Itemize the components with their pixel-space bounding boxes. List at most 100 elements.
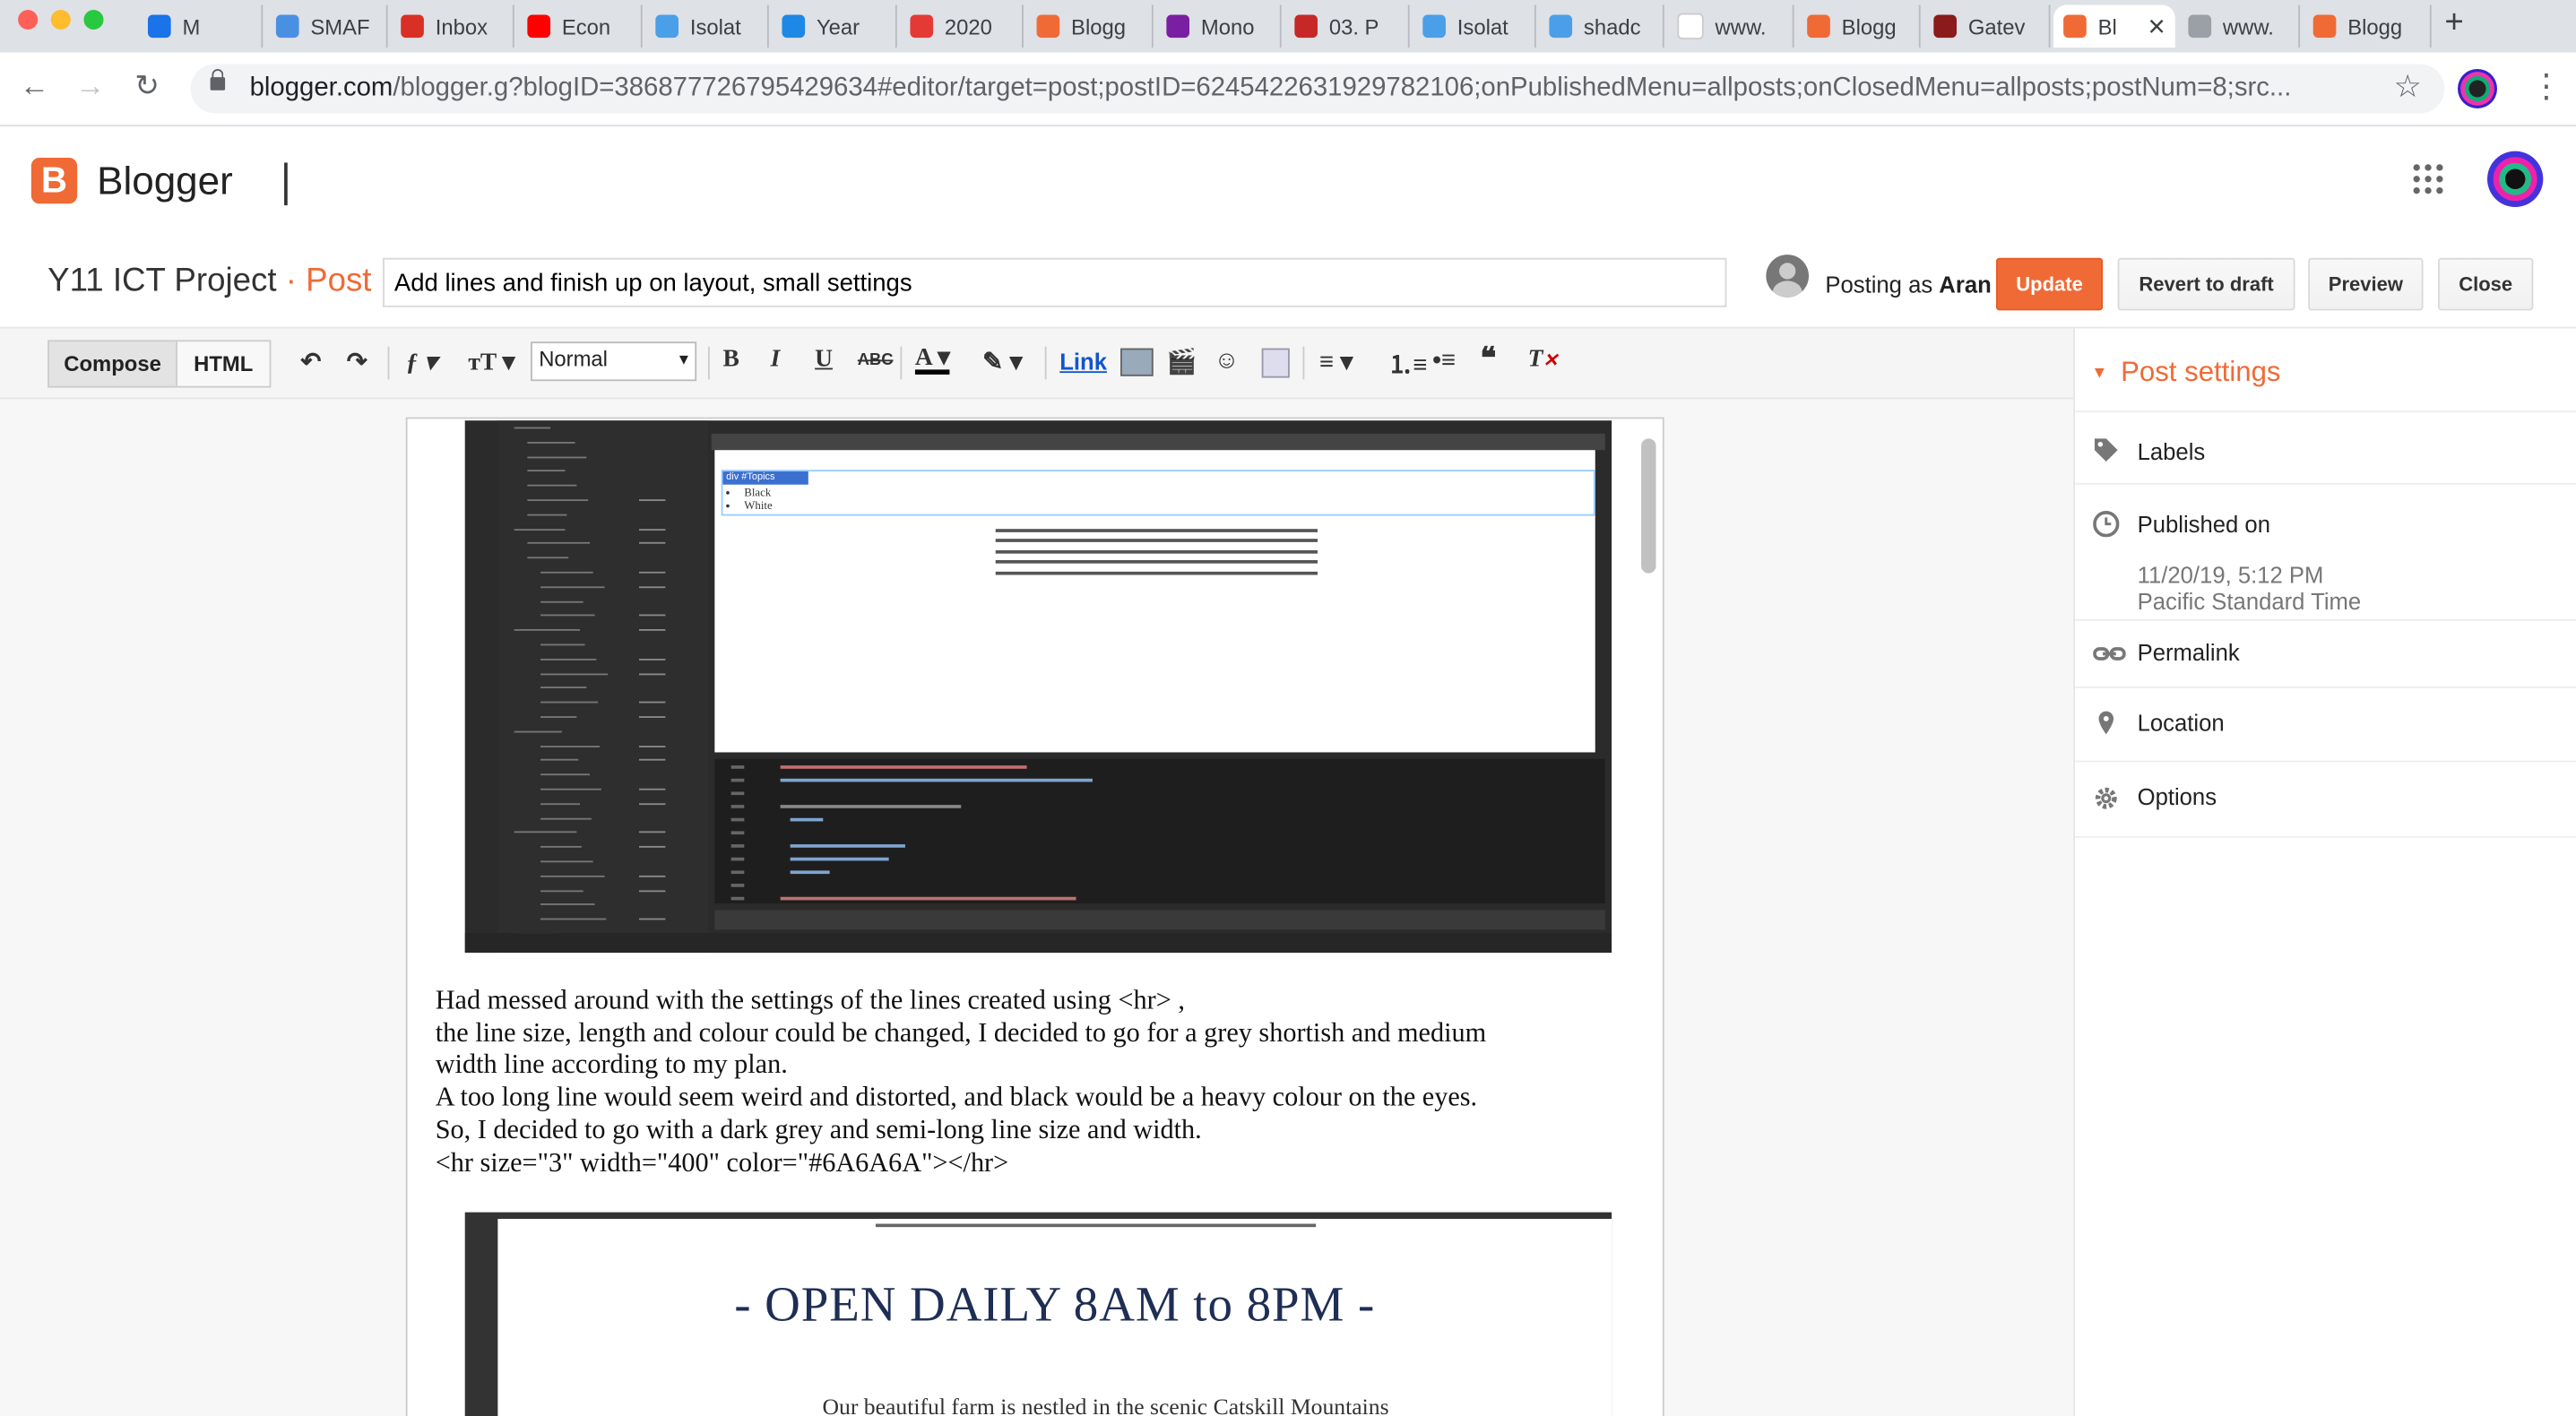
youtube-icon: [527, 14, 551, 39]
strikethrough-icon[interactable]: ABC: [858, 351, 894, 369]
file-size: [638, 745, 666, 747]
url-host: blogger.com: [249, 73, 393, 102]
browser-tab-label: www.: [2222, 13, 2274, 39]
redo-icon[interactable]: ↷: [347, 347, 367, 376]
browser-tab[interactable]: Blogg: [1797, 4, 1921, 48]
paragraph-line: So, I decided to go with a dark grey and…: [435, 1113, 1202, 1145]
code-line-number: [730, 884, 745, 887]
numbered-list-icon[interactable]: ⒈≡: [1388, 347, 1428, 381]
code-line: [780, 896, 1076, 901]
code-line-number: [730, 896, 745, 901]
bulleted-list-icon[interactable]: •≡: [1432, 347, 1456, 375]
topics-list: Black White: [724, 487, 772, 513]
hr-line: [995, 571, 1318, 575]
zoom-window-button[interactable]: [83, 9, 104, 30]
browser-menu-icon[interactable]: ⋮: [2530, 65, 2563, 107]
browser-tab[interactable]: shadc: [1539, 4, 1664, 48]
browser-tab[interactable]: Isolat: [1413, 4, 1536, 48]
link-button[interactable]: Link: [1059, 349, 1107, 375]
browser-tab[interactable]: Inbox: [391, 4, 514, 48]
code-line: [780, 805, 962, 808]
compose-mode-button[interactable]: Compose: [48, 340, 177, 388]
apps-grid-icon[interactable]: [2413, 164, 2443, 194]
browser-tab[interactable]: Mono: [1156, 4, 1282, 48]
browser-tab[interactable]: www.: [2178, 4, 2301, 48]
embedded-screenshot-code-editor[interactable]: div #Topics Black White: [464, 420, 1612, 954]
update-button[interactable]: Update: [1995, 257, 2104, 311]
code-line: [790, 844, 905, 848]
emoji-icon[interactable]: ☺: [1215, 347, 1240, 375]
browser-tab[interactable]: 2020: [900, 4, 1024, 48]
forward-button[interactable]: →: [75, 69, 105, 103]
embedded-screenshot-webpage[interactable]: - OPEN DAILY 8AM to 8PM - Our beautiful …: [464, 1212, 1612, 1416]
font-family-icon[interactable]: ƒ ▾: [406, 347, 437, 378]
address-bar[interactable]: blogger.com/blogger.g?blogID=38687772679…: [190, 64, 2445, 114]
align-icon[interactable]: ≡ ▾: [1319, 347, 1353, 376]
browser-tab[interactable]: Blogg: [1027, 4, 1154, 48]
blog-title[interactable]: Y11 ICT Project: [48, 263, 276, 298]
editor-scrollbar[interactable]: [1641, 438, 1656, 574]
browser-tab[interactable]: Blogg: [2304, 4, 2432, 48]
browser-tab[interactable]: 03. P: [1284, 4, 1410, 48]
file-entry: [540, 860, 593, 863]
settings-labels[interactable]: Labels: [2074, 410, 2576, 484]
post-body-editor[interactable]: div #Topics Black White Had messed aroun…: [405, 417, 1664, 1416]
file-entry: [527, 557, 569, 559]
clear-formatting-icon[interactable]: T✕: [1528, 347, 1559, 375]
insert-image-icon[interactable]: [1120, 348, 1154, 376]
font-size-icon[interactable]: тT ▾: [468, 347, 514, 378]
close-tab-icon[interactable]: ×: [2148, 9, 2165, 43]
account-avatar[interactable]: [2487, 151, 2544, 207]
settings-published-on[interactable]: Published on 11/20/19, 5:12 PM Pacific S…: [2074, 482, 2576, 621]
file-entry: [540, 716, 577, 718]
undo-icon[interactable]: ↶: [300, 347, 321, 376]
browser-tab[interactable]: Gatev: [1923, 4, 2051, 48]
underline-icon[interactable]: U: [815, 347, 833, 375]
post-settings-heading[interactable]: ▼ Post settings: [2091, 357, 2280, 390]
text-color-icon[interactable]: A ▾: [914, 346, 950, 375]
reload-button[interactable]: ↻: [134, 69, 160, 103]
toolbar-divider: [1044, 346, 1047, 380]
post-paragraph[interactable]: Had messed around with the settings of t…: [436, 984, 1619, 1179]
browser-tab[interactable]: SMAF: [266, 4, 388, 48]
html-mode-button[interactable]: HTML: [176, 340, 272, 388]
settings-options[interactable]: Options: [2074, 760, 2576, 838]
bookmark-star-icon[interactable]: ☆: [2393, 69, 2421, 107]
link-icon: [2093, 647, 2126, 661]
file-entry: [540, 571, 593, 574]
browser-tab[interactable]: Isolat: [645, 4, 769, 48]
jump-break-icon[interactable]: [1261, 348, 1290, 378]
close-button[interactable]: Close: [2438, 257, 2534, 311]
close-window-button[interactable]: [18, 9, 39, 30]
browser-profile-avatar[interactable]: [2458, 68, 2498, 108]
blogger-icon: [1036, 14, 1060, 39]
preview-button[interactable]: Preview: [2308, 257, 2424, 311]
quote-icon[interactable]: ❝: [1480, 341, 1496, 376]
browser-tab-label: SMAF: [310, 13, 370, 39]
browser-tab[interactable]: Bl ×: [2053, 4, 2175, 48]
revert-to-draft-button[interactable]: Revert to draft: [2117, 257, 2295, 311]
browser-tab[interactable]: www.: [1667, 4, 1794, 48]
paragraph-format-select[interactable]: Normal: [531, 341, 697, 382]
settings-location[interactable]: Location: [2074, 686, 2576, 762]
code-line-number: [730, 870, 745, 875]
settings-permalink[interactable]: Permalink: [2074, 619, 2576, 688]
bold-icon[interactable]: B: [722, 347, 739, 375]
italic-icon[interactable]: I: [771, 347, 781, 375]
highlight-color-icon[interactable]: ✎ ▾: [982, 347, 1022, 376]
browser-tab[interactable]: Econ: [517, 4, 643, 48]
browser-tab[interactable]: Year: [772, 4, 897, 48]
blogger-logo-icon[interactable]: B: [30, 157, 78, 204]
hr-line: [995, 529, 1318, 532]
posting-as-user: Aran: [1939, 271, 1992, 298]
browser-tab[interactable]: M: [138, 4, 264, 48]
code-line-number: [730, 778, 745, 782]
minimize-window-button[interactable]: [50, 9, 71, 30]
file-size: [638, 528, 666, 531]
browser-tab-label: Isolat: [1457, 13, 1508, 39]
back-button[interactable]: ←: [20, 69, 49, 103]
new-tab-button[interactable]: +: [2444, 4, 2463, 42]
post-title-input[interactable]: [383, 257, 1727, 307]
browser-tab-label: Isolat: [689, 13, 741, 39]
insert-video-icon[interactable]: 🎬: [1166, 347, 1197, 376]
